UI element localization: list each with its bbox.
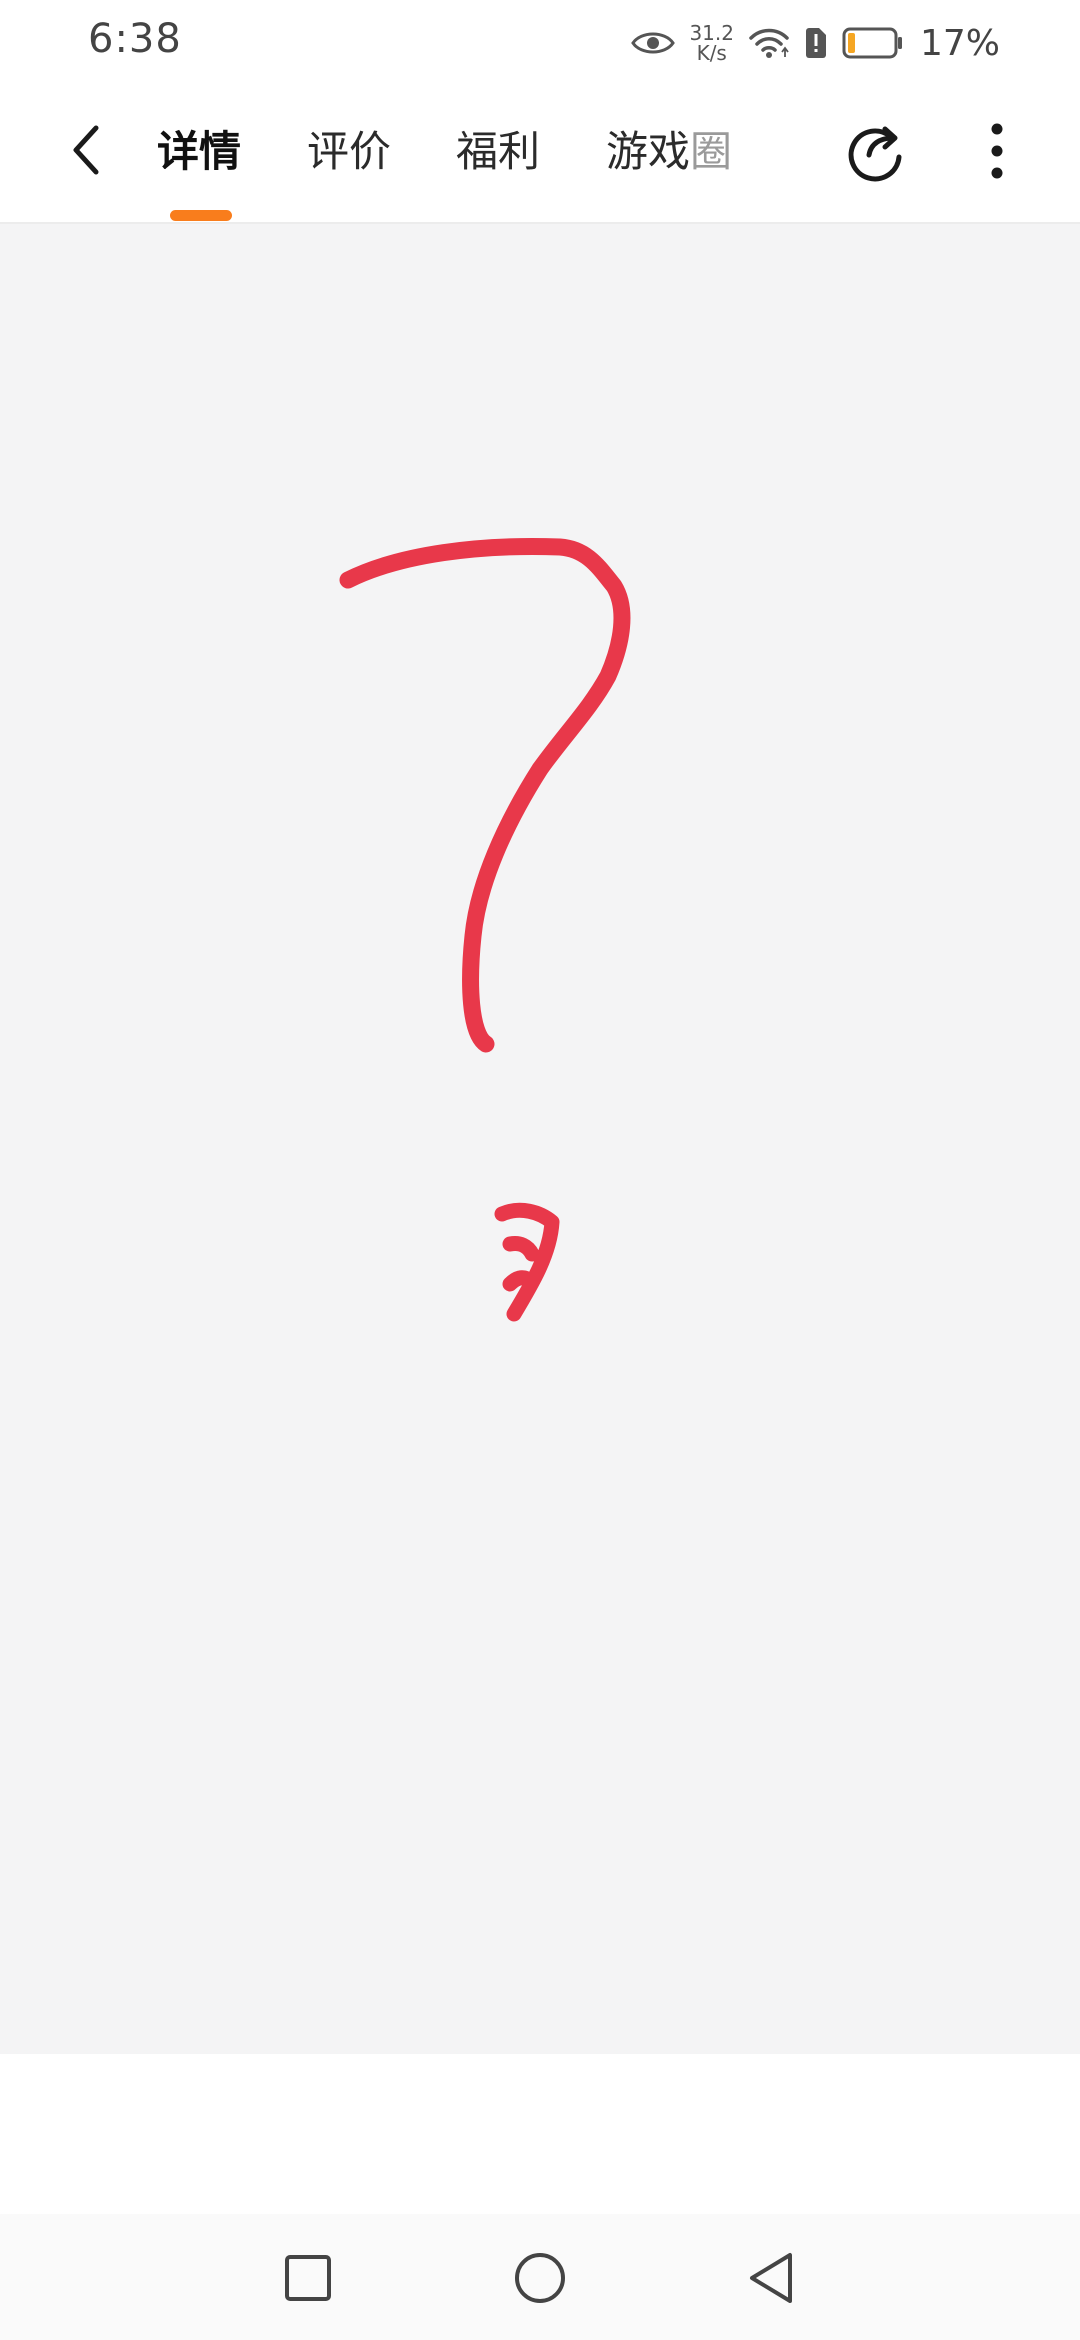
bottom-blank-area [0, 2054, 1080, 2214]
question-mark-dot [494, 1202, 560, 1322]
share-icon [845, 121, 907, 183]
back-triangle-icon [746, 2251, 796, 2305]
share-button[interactable] [842, 118, 910, 186]
battery-icon [842, 27, 904, 59]
more-vertical-icon [990, 122, 1004, 180]
back-arrow-icon [66, 122, 106, 178]
tab-benefits[interactable]: 福利 [456, 122, 540, 182]
more-options-button[interactable] [972, 116, 1022, 186]
eye-icon [631, 28, 676, 58]
system-navigation-bar [0, 2214, 1080, 2340]
content-area [0, 222, 1080, 2056]
status-bar: 6:38 31.2 K/s 17% [0, 0, 1080, 86]
net-speed-value: 31.2 [689, 21, 734, 45]
status-time: 6:38 [88, 16, 182, 62]
system-back-button[interactable] [741, 2248, 801, 2308]
tab-details[interactable]: 详情 [157, 122, 241, 182]
back-button[interactable] [54, 118, 118, 182]
network-speed: 31.2 K/s [689, 23, 734, 63]
home-icon [513, 2251, 567, 2305]
tab-game-circle-label: 游戏 [606, 127, 691, 176]
tab-reviews[interactable]: 评价 [307, 122, 391, 182]
sim-alert-icon [804, 27, 828, 59]
recent-apps-button[interactable] [278, 2248, 338, 2308]
active-tab-indicator [170, 210, 232, 221]
status-icons: 31.2 K/s 17% [631, 18, 1000, 68]
home-button[interactable] [510, 2248, 570, 2308]
tab-game-circle[interactable]: 游戏圈 [606, 122, 732, 182]
wifi-icon [748, 26, 790, 60]
battery-percent: 17% [919, 22, 1000, 64]
tab-game-circle-suffix: 圈 [690, 127, 733, 176]
recent-apps-icon [284, 2254, 332, 2302]
net-speed-unit: K/s [696, 41, 727, 65]
question-mark-stroke [339, 538, 631, 1053]
top-nav-bar: 详情 评价 福利 游戏圈 [0, 86, 1080, 222]
question-mark-drawing [339, 538, 631, 1322]
